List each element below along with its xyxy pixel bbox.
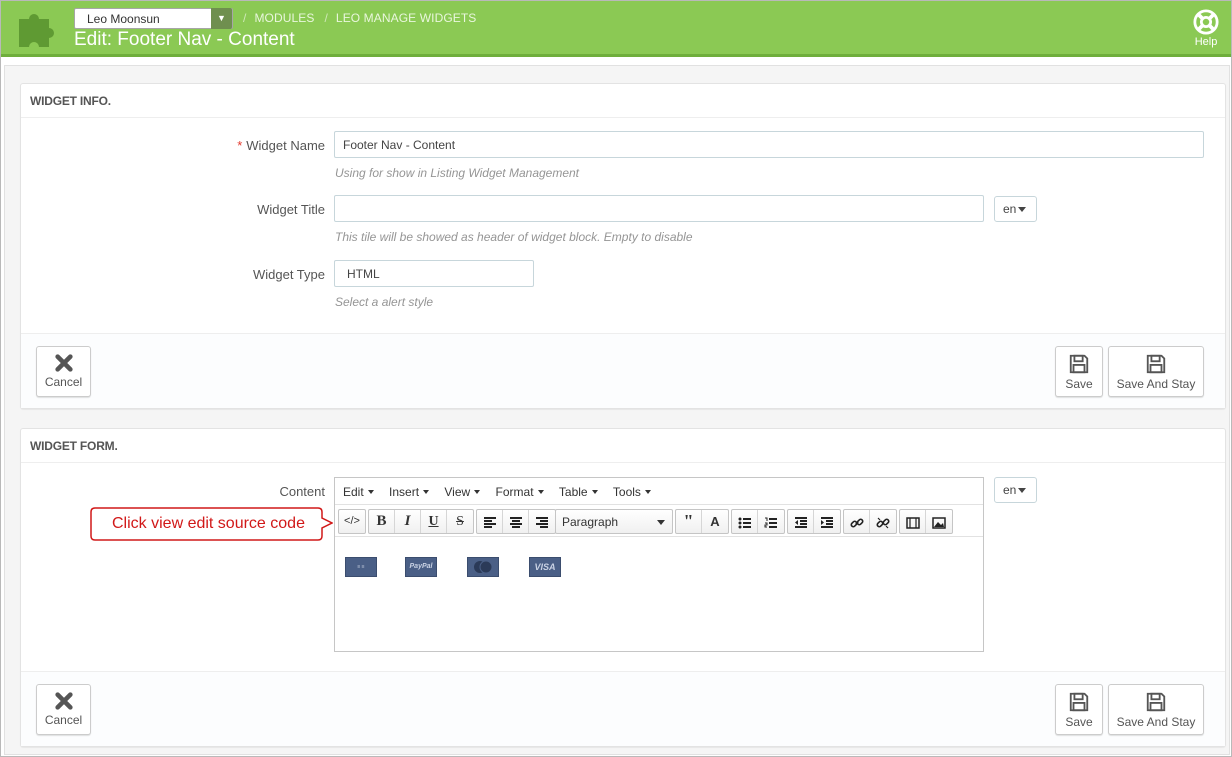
floppy-disk-icon — [1069, 692, 1089, 712]
image-icon[interactable] — [926, 510, 952, 533]
help-button[interactable]: Help — [1189, 9, 1223, 48]
widget-name-help: Using for show in Listing Widget Managem… — [335, 166, 580, 180]
strikethrough-icon[interactable]: S — [447, 510, 473, 533]
lifebuoy-icon — [1193, 9, 1219, 35]
caret-down-icon — [1018, 488, 1027, 493]
widget-title-label: Widget Title — [257, 202, 325, 217]
visa-icon: VISA — [529, 557, 561, 577]
widget-info-panel: WIDGET INFO. * Widget Name Footer Nav - C… — [20, 83, 1226, 409]
shop-select-value: Leo Moonsun — [87, 12, 160, 26]
align-center-icon[interactable] — [503, 510, 529, 533]
numbered-list-icon[interactable] — [758, 510, 784, 533]
cancel-button[interactable]: Cancel — [36, 684, 91, 735]
outdent-icon[interactable] — [788, 510, 814, 533]
menu-view[interactable]: View — [444, 485, 481, 499]
help-label: Help — [1194, 36, 1218, 48]
align-right-icon[interactable] — [529, 510, 555, 533]
widget-name-label: * Widget Name — [237, 138, 325, 153]
text-color-icon[interactable]: A — [702, 510, 728, 533]
annotation-callout: Click view edit source code — [90, 507, 334, 541]
save-button[interactable]: Save — [1055, 684, 1103, 735]
widget-title-input[interactable] — [334, 195, 984, 222]
widget-title-help: This tile will be showed as header of wi… — [335, 230, 693, 244]
western-union-icon: ≡ ≡ — [345, 557, 377, 577]
widget-title-lang-button[interactable]: en — [994, 196, 1037, 222]
menu-insert[interactable]: Insert — [389, 485, 430, 499]
caret-down-icon — [657, 520, 665, 525]
menu-tools[interactable]: Tools — [613, 485, 651, 499]
panel-heading: WIDGET FORM. — [21, 429, 1225, 463]
callout-text: Click view edit source code — [112, 515, 305, 532]
cancel-button[interactable]: Cancel — [36, 346, 91, 397]
required-mark: * — [237, 138, 243, 153]
chevron-down-icon: ▼ — [211, 8, 232, 29]
editor-content-area[interactable]: ≡ ≡ PayPal VISA — [335, 537, 983, 650]
bold-icon[interactable]: B — [369, 510, 395, 533]
rich-text-editor: Edit Insert View Format Table Tools </> … — [334, 477, 984, 652]
menu-format[interactable]: Format — [496, 485, 544, 499]
editor-toolbar: </> BIUS Paragraph " A — [335, 505, 983, 537]
mastercard-icon — [467, 557, 499, 577]
top-header: Leo Moonsun ▼ / MODULES / LEO MANAGE WIDGET… — [1, 1, 1231, 57]
panel-footer: Cancel Save Save And Stay — [21, 333, 1225, 408]
blockquote-icon[interactable]: " — [676, 510, 702, 533]
widget-type-help: Select a alert style — [335, 295, 434, 309]
editor-menubar: Edit Insert View Format Table Tools — [335, 478, 983, 505]
link-icon[interactable] — [844, 510, 870, 533]
widget-type-label: Widget Type — [252, 267, 325, 282]
content-lang-button[interactable]: en — [994, 477, 1037, 503]
underline-icon[interactable]: U — [421, 510, 447, 533]
unlink-icon[interactable] — [870, 510, 896, 533]
media-icon[interactable] — [900, 510, 926, 533]
floppy-disk-icon — [1146, 354, 1166, 374]
floppy-disk-icon — [1146, 692, 1166, 712]
breadcrumb-modules[interactable]: MODULES — [254, 11, 314, 25]
page-title: Edit: Footer Nav - Content — [74, 29, 295, 50]
puzzle-logo-icon — [19, 14, 54, 47]
panel-footer: Cancel Save Save And Stay — [21, 671, 1225, 746]
source-code-icon[interactable]: </> — [339, 510, 365, 533]
page-content: WIDGET INFO. * Widget Name Footer Nav - C… — [4, 65, 1230, 755]
close-icon — [54, 354, 73, 372]
content-label: Content — [279, 484, 325, 499]
caret-down-icon — [1018, 207, 1027, 212]
widget-form-panel: WIDGET FORM. Content Edit Insert View Fo… — [20, 428, 1226, 747]
floppy-disk-icon — [1069, 354, 1089, 374]
menu-edit[interactable]: Edit — [343, 485, 374, 499]
menu-table[interactable]: Table — [559, 485, 598, 499]
widget-type-field[interactable]: HTML — [334, 260, 534, 287]
bullet-list-icon[interactable] — [732, 510, 758, 533]
save-and-stay-button[interactable]: Save And Stay — [1108, 684, 1204, 735]
close-icon — [54, 692, 73, 710]
panel-heading: WIDGET INFO. — [21, 84, 1225, 118]
paypal-icon: PayPal — [405, 557, 437, 577]
align-left-icon[interactable] — [477, 510, 503, 533]
save-and-stay-button[interactable]: Save And Stay — [1108, 346, 1204, 397]
breadcrumb: / MODULES / LEO MANAGE WIDGETS — [243, 11, 477, 25]
italic-icon[interactable]: I — [395, 510, 421, 533]
format-select[interactable]: Paragraph — [555, 509, 673, 534]
breadcrumb-leo-manage-widgets[interactable]: LEO MANAGE WIDGETS — [336, 11, 477, 25]
shop-select[interactable]: Leo Moonsun ▼ — [74, 8, 233, 29]
save-button[interactable]: Save — [1055, 346, 1103, 397]
widget-name-input[interactable]: Footer Nav - Content — [334, 131, 1204, 158]
indent-icon[interactable] — [814, 510, 840, 533]
